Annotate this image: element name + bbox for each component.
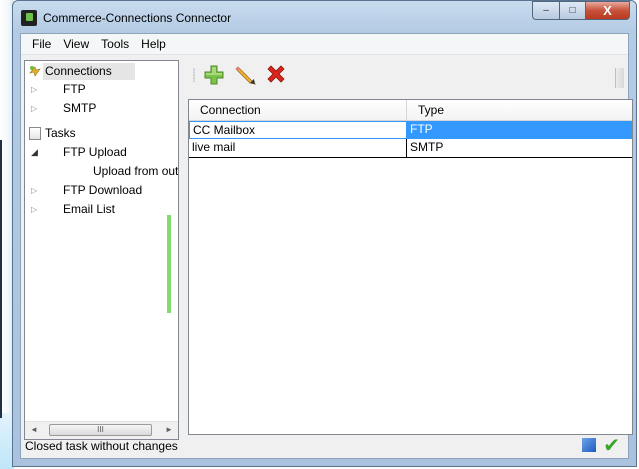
- toolbar-overflow-button[interactable]: [615, 68, 624, 88]
- column-header-connection[interactable]: Connection: [189, 100, 407, 120]
- tree-item-ftp[interactable]: FTP: [63, 82, 86, 96]
- tree-item-ftp-download[interactable]: FTP Download: [63, 183, 142, 197]
- cell-type[interactable]: SMTP: [407, 139, 632, 157]
- collapse-arrow-icon[interactable]: ◢: [31, 147, 38, 158]
- status-check-icon: ✔: [603, 435, 620, 457]
- expand-arrow-icon[interactable]: ▷: [31, 85, 37, 94]
- add-icon[interactable]: [203, 64, 225, 86]
- tree-item-email-list[interactable]: Email List: [63, 202, 115, 216]
- menu-file[interactable]: File: [26, 37, 57, 51]
- cell-type[interactable]: FTP: [407, 121, 632, 139]
- tree-item-upload-from-out[interactable]: Upload from out: [93, 164, 178, 178]
- close-button[interactable]: X: [585, 1, 630, 20]
- tasks-icon: [29, 127, 41, 140]
- toolbar-grip[interactable]: [193, 68, 195, 82]
- table-row[interactable]: live mail SMTP: [189, 139, 632, 158]
- tree-item-tasks[interactable]: Tasks: [45, 126, 76, 140]
- delete-x-icon[interactable]: [265, 64, 287, 86]
- menu-tools[interactable]: Tools: [95, 37, 135, 51]
- expand-arrow-icon[interactable]: ▷: [31, 186, 37, 195]
- minimize-button[interactable]: –: [532, 1, 559, 20]
- status-square-icon: [582, 438, 596, 452]
- expand-arrow-icon[interactable]: ▷: [31, 205, 37, 214]
- menu-view[interactable]: View: [57, 37, 95, 51]
- tree-item-ftp-upload[interactable]: FTP Upload: [63, 145, 127, 159]
- cell-connection[interactable]: live mail: [189, 139, 407, 157]
- menu-help[interactable]: Help: [135, 37, 172, 51]
- status-text: Closed task without changes: [25, 439, 178, 453]
- window-title: Commerce-Connections Connector: [43, 11, 232, 25]
- column-header-type[interactable]: Type: [407, 100, 632, 120]
- table-row[interactable]: CC Mailbox FTP: [189, 121, 632, 139]
- window-left-border: [0, 140, 2, 418]
- tree-item-connections[interactable]: Connections: [45, 64, 112, 78]
- window-controls: – □ X: [532, 1, 630, 20]
- tree-item-smtp[interactable]: SMTP: [63, 101, 96, 115]
- scroll-left-icon[interactable]: ◄: [30, 425, 38, 434]
- toolbar: [181, 60, 624, 90]
- status-bar: Closed task without changes ✔: [21, 434, 628, 458]
- maximize-button[interactable]: □: [559, 1, 585, 20]
- app-icon: [21, 10, 37, 26]
- edit-pencil-icon[interactable]: [235, 64, 257, 86]
- connections-grid: Connection Type CC Mailbox FTP live mail…: [188, 99, 633, 435]
- grid-header: Connection Type: [189, 100, 632, 121]
- title-bar[interactable]: Commerce-Connections Connector – □ X: [13, 1, 636, 33]
- expand-arrow-icon[interactable]: ▷: [31, 104, 37, 113]
- scroll-right-icon[interactable]: ►: [165, 425, 173, 434]
- splitter-handle[interactable]: [167, 215, 171, 313]
- menu-bar: File View Tools Help: [21, 34, 628, 55]
- connections-icon: [29, 66, 41, 77]
- cell-connection[interactable]: CC Mailbox: [189, 121, 407, 139]
- tree-pane: Connections ▷ FTP ▷ SMTP Tasks ◢ FTP Upl…: [24, 60, 179, 440]
